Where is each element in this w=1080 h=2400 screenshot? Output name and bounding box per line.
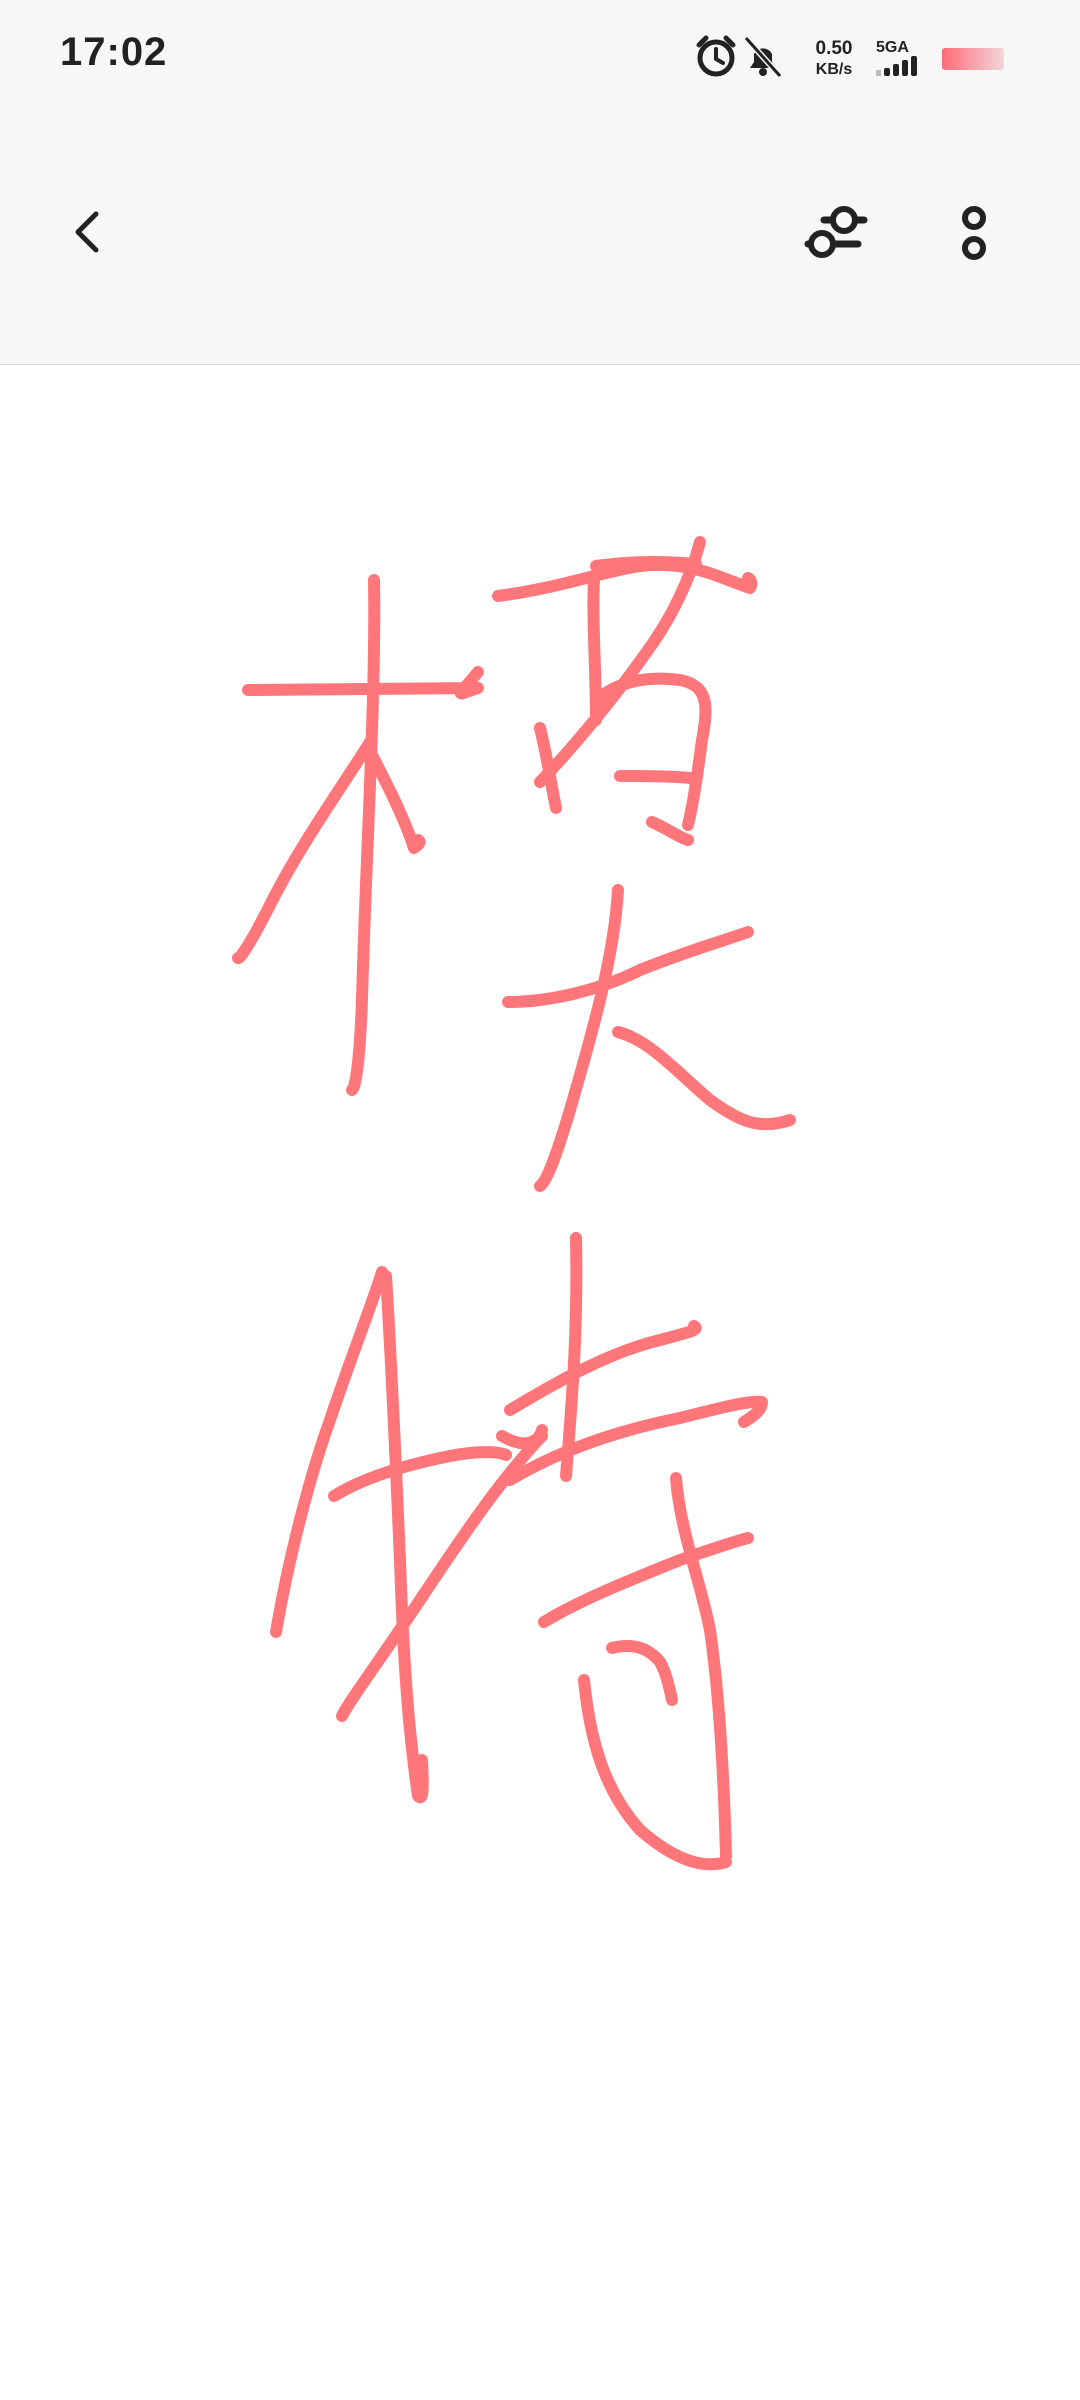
alarm-icon [696,35,736,77]
status-icons: 0.50 KB/s 5GA [696,35,1004,79]
status-time: 17:02 [60,30,168,74]
handwriting-strokes [232,536,796,1871]
net-speed-value: 0.50 [816,38,853,59]
adjust-settings-icon[interactable] [800,198,872,266]
net-speed-unit: KB/s [816,61,853,78]
mute-bell-icon [743,35,783,79]
status-bar: 17:02 0.50 KB/s 5GA [0,0,1080,112]
top-toolbar [0,112,1080,365]
more-options-icon[interactable] [954,202,994,266]
network-type: 5GA [876,39,909,56]
back-arrow-icon[interactable] [62,204,118,260]
drawing-canvas[interactable] [0,365,1080,2400]
signal-icon [876,56,917,76]
battery-icon [942,48,1004,70]
